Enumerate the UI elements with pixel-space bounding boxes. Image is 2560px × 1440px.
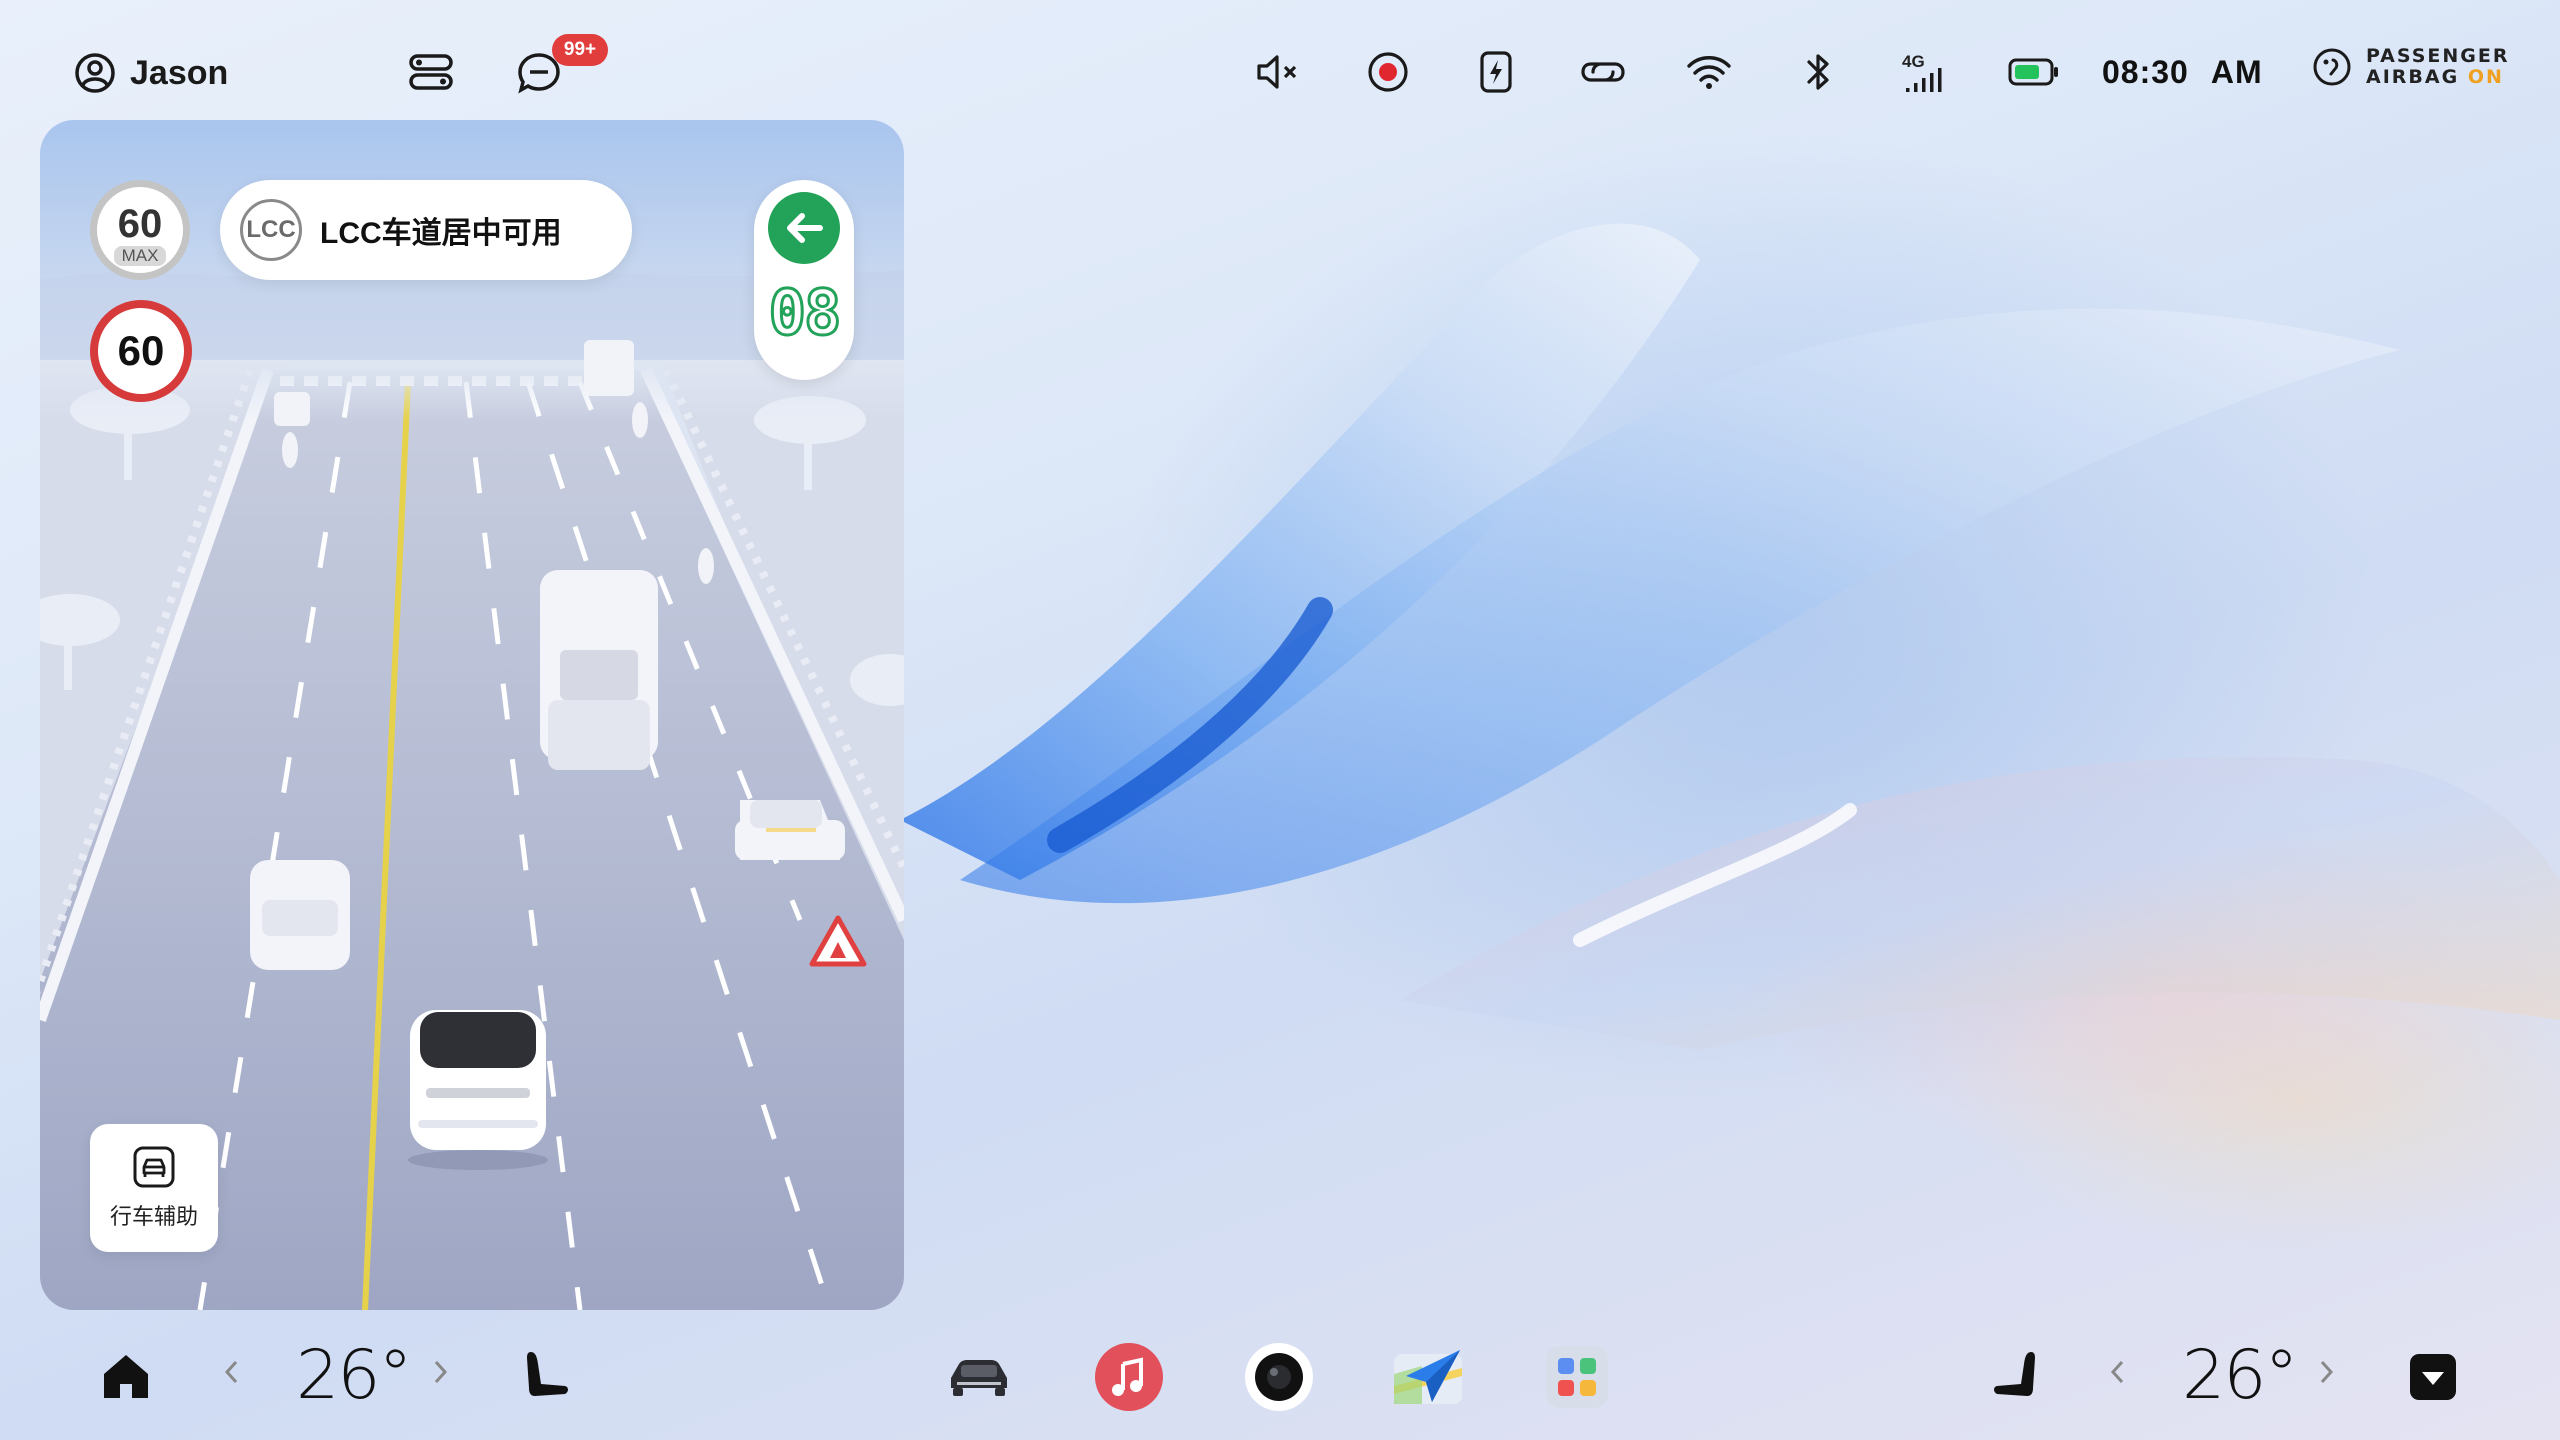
car-app-button[interactable]: [944, 1346, 1014, 1406]
wifi-button[interactable]: [1686, 52, 1732, 92]
right-temp-decrease[interactable]: [2108, 1358, 2126, 1386]
driver-profile-icon: [409, 54, 453, 90]
driving-assist-label: 行车辅助: [109, 1204, 198, 1229]
record-icon: [1368, 52, 1408, 92]
wallpaper-art: [900, 223, 2560, 1050]
charging-icon: [1480, 51, 1512, 93]
battery-status: [2008, 56, 2060, 88]
battery-icon: [2008, 58, 2058, 86]
speed-limit-value: 60: [117, 327, 165, 374]
bluetooth-button[interactable]: [1800, 50, 1836, 94]
user-name: Jason: [130, 53, 229, 92]
airbag-line1: PASSENGER: [2366, 45, 2510, 67]
camera-app-button[interactable]: [1244, 1342, 1314, 1412]
clock-time: 08:30: [2102, 54, 2189, 90]
home-icon: [104, 1355, 148, 1398]
apps-icon: [1546, 1346, 1608, 1408]
mute-icon: [1257, 55, 1297, 89]
chevron-left-icon: [224, 1360, 238, 1384]
max-speed-label: MAX: [113, 246, 167, 266]
charging-button[interactable]: [1474, 48, 1518, 96]
passenger-seat-button[interactable]: [1986, 1346, 2042, 1406]
lcc-icon: LCC: [240, 199, 302, 261]
apps-button[interactable]: [1544, 1344, 1610, 1410]
left-temperature: 26°: [296, 1336, 413, 1415]
chevron-right-icon: [2320, 1360, 2334, 1384]
driver-seat-button[interactable]: [520, 1346, 576, 1406]
connection-button[interactable]: [1578, 52, 1628, 92]
user-icon: [75, 53, 115, 93]
link-icon: [1581, 62, 1625, 82]
airbag-icon: [2313, 48, 2351, 86]
airbag-state: ON: [2467, 66, 2504, 88]
lcc-status-text: LCC车道居中可用: [320, 217, 562, 250]
passenger-airbag-status: PASSENGER AIRBAG ON: [2312, 46, 2510, 88]
max-speed-value: 60: [117, 202, 163, 246]
maps-icon: [1394, 1350, 1462, 1404]
more-controls-button[interactable]: [2406, 1350, 2460, 1404]
car-icon: [951, 1360, 1007, 1396]
camera-icon: [1245, 1343, 1313, 1411]
driving-assist-card: 60 MAX 60 LCC LCC车道居中可用 08 行车辅助: [40, 120, 904, 1310]
speed-limit-sign: 60: [90, 300, 192, 402]
chevron-right-icon: [434, 1360, 448, 1384]
chevron-left-icon: [2110, 1360, 2124, 1384]
status-bar: Jason 99+ 4G 08:30 AM PASSENGER AIRBAG O…: [0, 0, 2560, 120]
wifi-icon: [1687, 56, 1731, 89]
music-icon: [1095, 1343, 1163, 1411]
record-button[interactable]: [1366, 50, 1410, 94]
music-app-button[interactable]: [1094, 1342, 1164, 1412]
lcc-status-pill[interactable]: LCC LCC车道居中可用: [220, 180, 632, 280]
driving-assist-icon: [133, 1146, 175, 1188]
clock: 08:30 AM: [2102, 54, 2263, 91]
airbag-line2: AIRBAG: [2366, 66, 2460, 88]
driver-profile-button[interactable]: [406, 50, 456, 94]
left-temp-increase[interactable]: [432, 1358, 450, 1386]
right-temperature: 26°: [2182, 1336, 2299, 1415]
notification-badge: 99+: [552, 34, 608, 66]
mute-button[interactable]: [1254, 52, 1304, 92]
home-button[interactable]: [96, 1348, 156, 1404]
seat-right-icon: [1994, 1352, 2035, 1396]
traffic-light-indicator: 08: [754, 180, 854, 380]
maps-app-button[interactable]: [1392, 1344, 1464, 1410]
left-arrow-icon: [768, 192, 840, 264]
right-temp-increase[interactable]: [2318, 1358, 2336, 1386]
driving-assist-button[interactable]: 行车辅助: [90, 1124, 218, 1252]
left-temp-decrease[interactable]: [222, 1358, 240, 1386]
max-speed-sign: 60 MAX: [90, 180, 190, 280]
user-profile[interactable]: Jason: [74, 50, 228, 96]
bluetooth-icon: [1807, 54, 1829, 90]
clock-ampm: AM: [2210, 54, 2263, 90]
traffic-light-countdown: 08: [767, 275, 843, 351]
cellular-4g-icon: [1906, 68, 1942, 92]
cellular-status: 4G: [1902, 52, 1948, 96]
dropdown-icon: [2410, 1354, 2456, 1400]
seat-left-icon: [527, 1352, 568, 1396]
